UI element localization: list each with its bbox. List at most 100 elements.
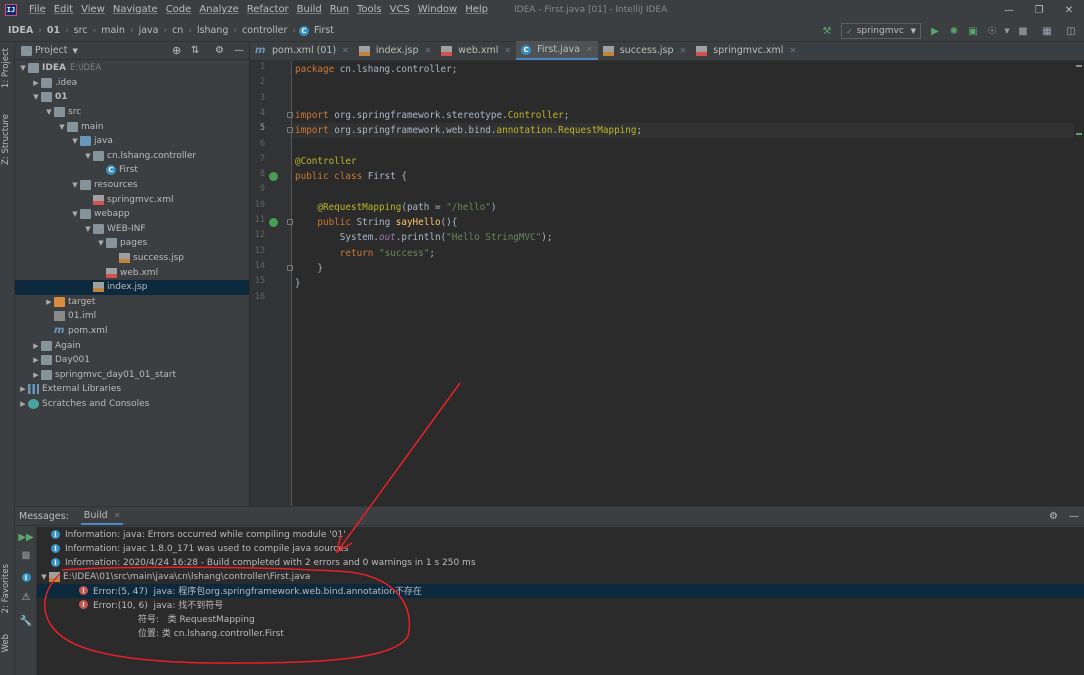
build-hammer-icon[interactable]: ⚒ bbox=[820, 24, 834, 38]
menu-item-help[interactable]: Help bbox=[461, 0, 492, 20]
expand-right-icon[interactable]: ▶ bbox=[31, 79, 41, 87]
expand-right-icon[interactable]: ▶ bbox=[31, 342, 41, 350]
tree-node[interactable]: index.jsp bbox=[15, 280, 249, 295]
warning-filter-icon[interactable]: ⚠ bbox=[19, 590, 33, 604]
expand-down-icon[interactable]: ▼ bbox=[83, 225, 93, 233]
tree-node[interactable]: springmvc.xml bbox=[15, 192, 249, 207]
breadcrumb-item[interactable]: 01 bbox=[45, 25, 62, 36]
close-icon[interactable]: ✕ bbox=[1054, 0, 1084, 20]
editor-tab[interactable]: web.xml ✕ bbox=[436, 41, 516, 60]
menu-item-vcs[interactable]: VCS bbox=[386, 0, 414, 20]
tree-node[interactable]: ▼ resources bbox=[15, 178, 249, 193]
gear-icon[interactable]: ⚙ bbox=[1049, 511, 1058, 522]
hide-panel-icon[interactable]: — bbox=[1069, 511, 1079, 522]
tree-node[interactable]: ▶ External Libraries bbox=[15, 382, 249, 397]
project-view-select[interactable]: Project bbox=[35, 45, 68, 56]
spring-bean-icon[interactable] bbox=[269, 172, 278, 182]
stop-icon[interactable]: ■ bbox=[1016, 24, 1030, 38]
info-filter-icon[interactable]: i bbox=[19, 570, 33, 584]
tree-node[interactable]: C First bbox=[15, 163, 249, 178]
breadcrumb-item[interactable]: First bbox=[312, 25, 336, 36]
hide-panel-icon[interactable]: — bbox=[234, 45, 244, 56]
run-icon[interactable]: ▶ bbox=[928, 24, 942, 38]
menu-item-analyze[interactable]: Analyze bbox=[195, 0, 242, 20]
expand-right-icon[interactable]: ▶ bbox=[31, 356, 41, 364]
search-everywhere-icon[interactable]: ◫ bbox=[1064, 24, 1078, 38]
rerun-icon[interactable]: ▶▶ bbox=[18, 530, 33, 544]
message-row[interactable]: i Information: 2020/4/24 16:28 - Build co… bbox=[37, 556, 1084, 570]
expand-down-icon[interactable]: ▼ bbox=[18, 64, 28, 72]
tree-node[interactable]: ▼ src bbox=[15, 105, 249, 120]
editor-tab[interactable]: success.jsp ✕ bbox=[598, 41, 692, 60]
message-row[interactable]: 位置: 类 cn.lshang.controller.First bbox=[37, 626, 1084, 640]
close-icon[interactable]: ✕ bbox=[586, 45, 593, 54]
gear-icon[interactable]: ⚙ bbox=[215, 45, 224, 56]
expand-down-icon[interactable]: ▼ bbox=[31, 93, 41, 101]
code-editor[interactable]: package cn.lshang.controller; import org.… bbox=[293, 61, 1074, 506]
tree-node[interactable]: ▶ springmvc_day01_01_start bbox=[15, 368, 249, 383]
tree-node[interactable]: ▼ webapp bbox=[15, 207, 249, 222]
editor-tab[interactable]: m pom.xml (01) ✕ bbox=[250, 41, 354, 60]
message-row[interactable]: i Information: javac 1.8.0_171 was used t… bbox=[37, 542, 1084, 556]
menu-item-navigate[interactable]: Navigate bbox=[109, 0, 162, 20]
expand-right-icon[interactable]: ▶ bbox=[18, 400, 28, 408]
expand-right-icon[interactable]: ▶ bbox=[31, 371, 41, 379]
tree-node[interactable]: 01.iml bbox=[15, 309, 249, 324]
expand-down-icon[interactable]: ▼ bbox=[57, 123, 67, 131]
project-tool-tab[interactable]: 1: Project bbox=[1, 48, 11, 88]
tab-build[interactable]: Build ✕ bbox=[80, 508, 124, 525]
message-row[interactable]: i Information: java: Errors occurred whil… bbox=[37, 528, 1084, 542]
message-row[interactable]: ! Error:(10, 6) java: 找不到符号 bbox=[37, 598, 1084, 612]
breadcrumb-item[interactable]: cn bbox=[170, 25, 185, 36]
expand-down-icon[interactable]: ▼ bbox=[83, 152, 93, 160]
tree-node[interactable]: m pom.xml bbox=[15, 324, 249, 339]
message-row[interactable]: ▼ E:\IDEA\01\src\main\java\cn\lshang\cont… bbox=[37, 570, 1084, 584]
menu-item-view[interactable]: View bbox=[77, 0, 109, 20]
debug-icon[interactable]: ✺ bbox=[947, 24, 961, 38]
menu-item-edit[interactable]: Edit bbox=[50, 0, 77, 20]
tree-node[interactable]: ▶ Scratches and Consoles bbox=[15, 397, 249, 412]
close-icon[interactable]: ✕ bbox=[114, 511, 121, 520]
close-icon[interactable]: ✕ bbox=[789, 46, 796, 55]
locate-file-icon[interactable]: ⊕ bbox=[172, 44, 181, 57]
project-structure-icon[interactable]: ▦ bbox=[1040, 24, 1054, 38]
menu-item-build[interactable]: Build bbox=[293, 0, 326, 20]
menu-item-code[interactable]: Code bbox=[162, 0, 196, 20]
breadcrumb-item[interactable]: main bbox=[99, 25, 127, 36]
editor-tab[interactable]: C First.java ✕ bbox=[516, 41, 598, 60]
close-icon[interactable]: ✕ bbox=[504, 46, 511, 55]
tree-node[interactable]: ▶ .idea bbox=[15, 76, 249, 91]
tree-node[interactable]: ▼ WEB-INF bbox=[15, 222, 249, 237]
expand-right-icon[interactable]: ▶ bbox=[18, 385, 28, 393]
expand-down-icon[interactable]: ▼ bbox=[70, 137, 80, 145]
breadcrumb-item[interactable]: controller bbox=[240, 25, 289, 36]
spring-bean-icon[interactable] bbox=[269, 218, 278, 227]
close-icon[interactable]: ✕ bbox=[680, 46, 687, 55]
coverage-icon[interactable]: ▣ bbox=[966, 24, 980, 38]
expand-down-icon[interactable]: ▼ bbox=[39, 573, 49, 581]
favorites-tool-tab[interactable]: 2: Favorites bbox=[1, 564, 11, 613]
web-tool-tab[interactable]: Web bbox=[1, 634, 11, 653]
run-configuration-select[interactable]: ✓ springmvc ▼ bbox=[841, 23, 921, 39]
breadcrumb-item[interactable]: lshang bbox=[195, 25, 230, 36]
editor-tab[interactable]: index.jsp ✕ bbox=[354, 41, 436, 60]
stop-icon[interactable]: ■ bbox=[19, 548, 33, 562]
close-icon[interactable]: ✕ bbox=[342, 46, 349, 55]
breadcrumb-item[interactable]: src bbox=[72, 25, 90, 36]
tree-node[interactable]: ▼ 01 bbox=[15, 90, 249, 105]
restore-icon[interactable]: ❐ bbox=[1024, 0, 1054, 20]
profile-icon[interactable]: ☉ bbox=[985, 24, 999, 38]
tree-node[interactable]: web.xml bbox=[15, 265, 249, 280]
expand-down-icon[interactable]: ▼ bbox=[44, 108, 54, 116]
wrench-icon[interactable]: 🔧 bbox=[19, 614, 33, 628]
close-icon[interactable]: ✕ bbox=[425, 46, 432, 55]
tree-node[interactable]: ▼ cn.lshang.controller bbox=[15, 149, 249, 164]
breadcrumb-item[interactable]: IDEA bbox=[6, 25, 35, 36]
structure-tool-tab[interactable]: Z: Structure bbox=[1, 114, 11, 165]
expand-down-icon[interactable]: ▼ bbox=[70, 210, 80, 218]
expand-down-icon[interactable]: ▼ bbox=[70, 181, 80, 189]
tree-node[interactable]: ▶ target bbox=[15, 295, 249, 310]
menu-item-refactor[interactable]: Refactor bbox=[243, 0, 293, 20]
menu-item-tools[interactable]: Tools bbox=[353, 0, 386, 20]
tree-node[interactable]: ▼ pages bbox=[15, 236, 249, 251]
